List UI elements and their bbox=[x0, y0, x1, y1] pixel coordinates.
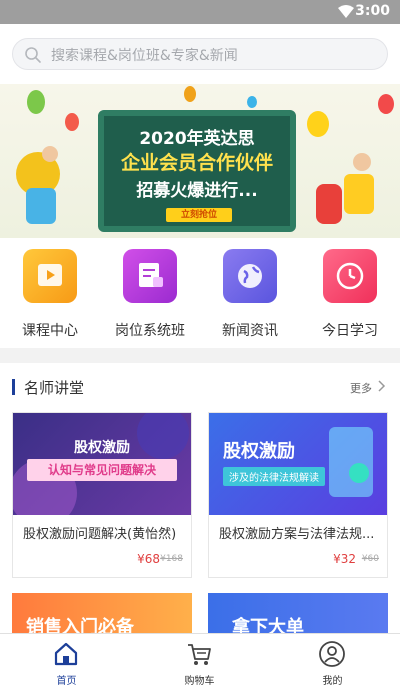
course-price: ¥68 bbox=[137, 552, 160, 566]
search-placeholder: 搜索课程&岗位班&专家&新闻 bbox=[51, 48, 238, 64]
category-label: 新闻资讯 bbox=[222, 323, 278, 339]
course-original-price: ¥60 bbox=[361, 554, 379, 564]
thumb-title: 股权激励 bbox=[74, 440, 130, 456]
tab-cart[interactable]: 购物车 bbox=[133, 634, 266, 690]
category-label: 今日学习 bbox=[322, 323, 378, 339]
search-icon bbox=[25, 47, 41, 63]
course-thumbnail: 股权激励 认知与常见问题解决 bbox=[13, 413, 191, 515]
user-icon bbox=[319, 641, 345, 667]
wifi-icon bbox=[338, 5, 354, 18]
course-thumbnail: 股权激励 涉及的法律法规解读 bbox=[209, 413, 387, 515]
course-original-price: ¥168 bbox=[160, 554, 183, 564]
category-job-class[interactable]: 岗位系统班 bbox=[100, 248, 200, 339]
chevron-right-icon[interactable] bbox=[376, 379, 386, 393]
banner-board: 2020年英达思 企业会员合作伙伴 招募火爆进行... 立刻抢位 bbox=[98, 110, 296, 232]
section-marker bbox=[12, 379, 15, 395]
tab-mine[interactable]: 我的 bbox=[266, 634, 399, 690]
category-today-study[interactable]: 今日学习 bbox=[300, 248, 400, 339]
course-name: 股权激励方案与法律法规... bbox=[219, 527, 375, 542]
thumb-title: 股权激励 bbox=[223, 441, 295, 462]
course-card-partial[interactable]: 销售入门必备 bbox=[12, 593, 192, 633]
search-bar: 搜索课程&岗位班&专家&新闻 bbox=[0, 24, 400, 84]
banner-cta-button[interactable]: 立刻抢位 bbox=[166, 208, 232, 222]
thumb-subtitle: 认知与常见问题解决 bbox=[27, 459, 177, 481]
tab-label: 我的 bbox=[322, 676, 343, 687]
thumb-text: 拿下大单 bbox=[232, 617, 304, 633]
promo-banner[interactable]: 2020年英达思 企业会员合作伙伴 招募火爆进行... 立刻抢位 bbox=[0, 84, 400, 238]
search-input[interactable]: 搜索课程&岗位班&专家&新闻 bbox=[12, 38, 388, 70]
status-time: 3:00 bbox=[355, 3, 390, 19]
section-title: 名师讲堂 bbox=[24, 379, 85, 397]
course-card[interactable]: 股权激励 认知与常见问题解决 股权激励问题解决(黄怡然) ¥68 ¥168 bbox=[12, 412, 192, 578]
category-grid: 课程中心 岗位系统班 新闻资讯 今日学习 bbox=[0, 238, 400, 348]
clock-icon bbox=[323, 249, 377, 303]
tab-label: 首页 bbox=[56, 676, 77, 687]
course-price: ¥32 bbox=[333, 552, 356, 566]
tab-label: 购物车 bbox=[184, 676, 215, 687]
course-card[interactable]: 股权激励 涉及的法律法规解读 股权激励方案与法律法规... ¥32 ¥60 bbox=[208, 412, 388, 578]
category-news[interactable]: 新闻资讯 bbox=[200, 248, 300, 339]
globe-icon bbox=[223, 249, 277, 303]
banner-line-3: 招募火爆进行... bbox=[136, 181, 258, 201]
banner-line-2: 企业会员合作伙伴 bbox=[120, 152, 273, 174]
thumb-subtitle: 涉及的法律法规解读 bbox=[223, 467, 325, 486]
tab-home[interactable]: 首页 bbox=[0, 634, 133, 690]
document-icon bbox=[123, 249, 177, 303]
category-course-center[interactable]: 课程中心 bbox=[0, 248, 100, 339]
bottom-tab-bar: 首页 购物车 我的 bbox=[0, 633, 400, 690]
status-bar: 3:00 bbox=[0, 0, 400, 24]
category-label: 岗位系统班 bbox=[115, 323, 185, 339]
thumb-text: 销售入门必备 bbox=[26, 617, 134, 633]
section-header: 名师讲堂 更多 bbox=[0, 363, 400, 409]
course-name: 股权激励问题解决(黄怡然) bbox=[23, 527, 177, 542]
more-link[interactable]: 更多 bbox=[350, 380, 372, 396]
category-label: 课程中心 bbox=[22, 323, 78, 339]
banner-line-1: 2020年英达思 bbox=[139, 129, 255, 149]
cart-icon bbox=[188, 644, 211, 665]
play-icon bbox=[23, 249, 77, 303]
course-card-partial[interactable]: 拿下大单 bbox=[208, 593, 388, 633]
home-icon bbox=[54, 642, 78, 666]
